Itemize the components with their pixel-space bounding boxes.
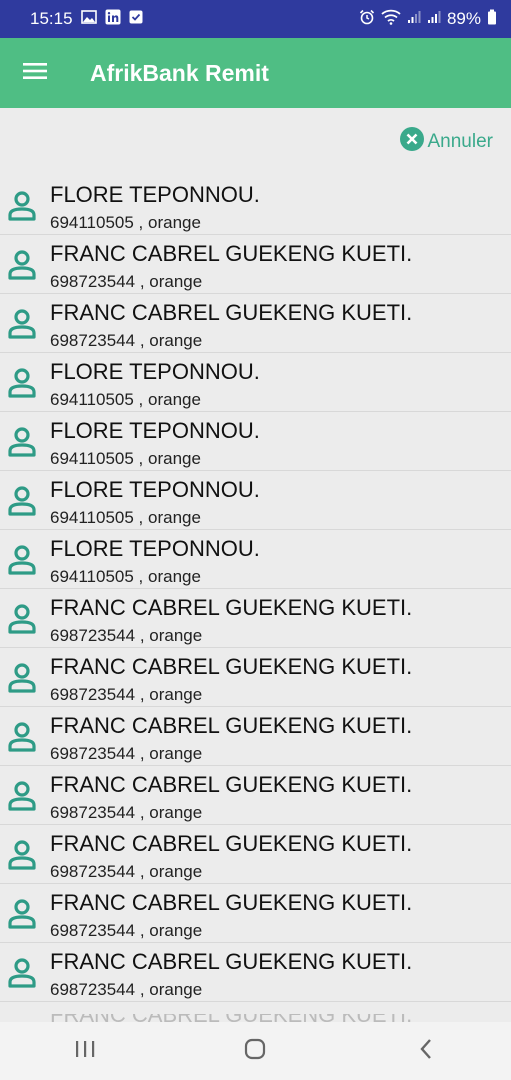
list-item[interactable]: FRANC CABREL GUEKENG KUETI. 698723544 , o… — [0, 884, 511, 943]
wifi-icon — [381, 9, 401, 30]
contact-phone-operator: 694110505 , orange — [50, 567, 201, 586]
person-icon — [5, 424, 39, 463]
battery-percentage: 89% — [446, 9, 481, 28]
contact-name: FRANC CABREL GUEKENG KUETI. — [50, 713, 413, 738]
contact-phone-operator: 694110505 , orange — [50, 390, 201, 409]
signal-icon — [427, 9, 441, 29]
contact-phone-operator: 698723544 , orange — [50, 272, 203, 291]
list-item[interactable]: FRANC CABREL GUEKENG KUETI. 698723544 , o… — [0, 648, 511, 707]
back-button[interactable] — [396, 1022, 456, 1080]
contact-phone-operator: 698723544 , orange — [50, 685, 203, 704]
clock: 15:15 — [30, 9, 73, 28]
recent-apps-button[interactable] — [55, 1022, 115, 1080]
contact-name: FRANC CABREL GUEKENG KUETI. — [50, 300, 413, 325]
person-icon — [5, 365, 39, 404]
contact-phone-operator: 698723544 , orange — [50, 744, 203, 763]
list-item[interactable]: FLORE TEPONNOU. 694110505 , orange — [0, 530, 511, 589]
contact-list: FLORE TEPONNOU. 694110505 , orange FRANC C… — [0, 176, 511, 1002]
recent-apps-icon — [74, 1040, 96, 1063]
battery-icon — [487, 9, 497, 30]
person-icon — [5, 483, 39, 522]
contact-phone-operator: 698723544 , orange — [50, 626, 203, 645]
cancel-label: Annuler — [427, 131, 494, 152]
contact-name: FRANC CABREL GUEKENG KUETI. — [50, 1014, 412, 1022]
list-item[interactable]: FRANC CABREL GUEKENG KUETI. 698723544 , o… — [0, 707, 511, 766]
image-icon — [80, 9, 97, 29]
app-title: AfrikBank Remit — [90, 59, 269, 86]
alarm-icon — [359, 9, 375, 30]
status-bar: 15:15 89% — [0, 0, 511, 38]
person-icon — [5, 306, 39, 345]
contact-phone-operator: 694110505 , orange — [50, 213, 201, 232]
contact-name: FLORE TEPONNOU. — [50, 359, 260, 384]
list-item[interactable]: FRANC CABREL GUEKENG KUETI. 698723544 , o… — [0, 235, 511, 294]
person-icon — [5, 719, 39, 758]
linkedin-icon — [105, 9, 121, 30]
contact-phone-operator: 698723544 , orange — [50, 921, 203, 940]
contact-name: FLORE TEPONNOU. — [50, 418, 260, 443]
list-item[interactable]: FLORE TEPONNOU. 694110505 , orange — [0, 353, 511, 412]
contact-name: FRANC CABREL GUEKENG KUETI. — [50, 595, 413, 620]
list-item[interactable]: FLORE TEPONNOU. 694110505 , orange — [0, 412, 511, 471]
contact-phone-operator: 698723544 , orange — [50, 862, 203, 881]
contact-name: FRANC CABREL GUEKENG KUETI. — [50, 890, 413, 915]
contact-name: FLORE TEPONNOU. — [50, 182, 260, 207]
list-item[interactable]: FLORE TEPONNOU. 694110505 , orange — [0, 471, 511, 530]
app-bar: AfrikBank Remit — [0, 38, 511, 108]
contact-name: FLORE TEPONNOU. — [50, 477, 260, 502]
person-icon — [5, 247, 39, 286]
person-icon — [5, 660, 39, 699]
close-circle-icon — [399, 127, 424, 157]
list-item[interactable]: FLORE TEPONNOU. 694110505 , orange — [0, 176, 511, 235]
list-item-partial[interactable]: FRANC CABREL GUEKENG KUETI. — [0, 1014, 511, 1022]
cancel-button[interactable]: Annuler — [399, 127, 494, 157]
contact-name: FRANC CABREL GUEKENG KUETI. — [50, 241, 413, 266]
contact-phone-operator: 698723544 , orange — [50, 803, 203, 822]
contact-phone-operator: 698723544 , orange — [50, 980, 203, 999]
contact-phone-operator: 694110505 , orange — [50, 449, 201, 468]
contact-name: FRANC CABREL GUEKENG KUETI. — [50, 831, 413, 856]
person-icon — [5, 837, 39, 876]
contact-name: FRANC CABREL GUEKENG KUETI. — [50, 772, 413, 797]
person-icon — [5, 896, 39, 935]
home-icon — [244, 1038, 266, 1065]
person-icon — [5, 601, 39, 640]
person-icon — [5, 778, 39, 817]
contact-phone-operator: 694110505 , orange — [50, 508, 201, 527]
person-icon — [5, 188, 39, 227]
person-icon — [5, 542, 39, 581]
menu-icon — [23, 62, 47, 85]
list-item[interactable]: FRANC CABREL GUEKENG KUETI. 698723544 , o… — [0, 943, 511, 1002]
home-button[interactable] — [225, 1022, 285, 1080]
list-item[interactable]: FRANC CABREL GUEKENG KUETI. 698723544 , o… — [0, 294, 511, 353]
back-icon — [419, 1038, 433, 1065]
list-item[interactable]: FRANC CABREL GUEKENG KUETI. 698723544 , o… — [0, 589, 511, 648]
list-item[interactable]: FRANC CABREL GUEKENG KUETI. 698723544 , o… — [0, 766, 511, 825]
contact-phone-operator: 698723544 , orange — [50, 331, 203, 350]
download-check-icon — [129, 9, 143, 29]
contact-name: FRANC CABREL GUEKENG KUETI. — [50, 949, 413, 974]
person-icon — [5, 955, 39, 994]
navigation-bar — [0, 1022, 511, 1080]
contact-name: FRANC CABREL GUEKENG KUETI. — [50, 654, 413, 679]
contact-name: FLORE TEPONNOU. — [50, 536, 260, 561]
list-item[interactable]: FRANC CABREL GUEKENG KUETI. 698723544 , o… — [0, 825, 511, 884]
menu-button[interactable] — [0, 38, 70, 108]
signal-icon — [407, 9, 421, 29]
